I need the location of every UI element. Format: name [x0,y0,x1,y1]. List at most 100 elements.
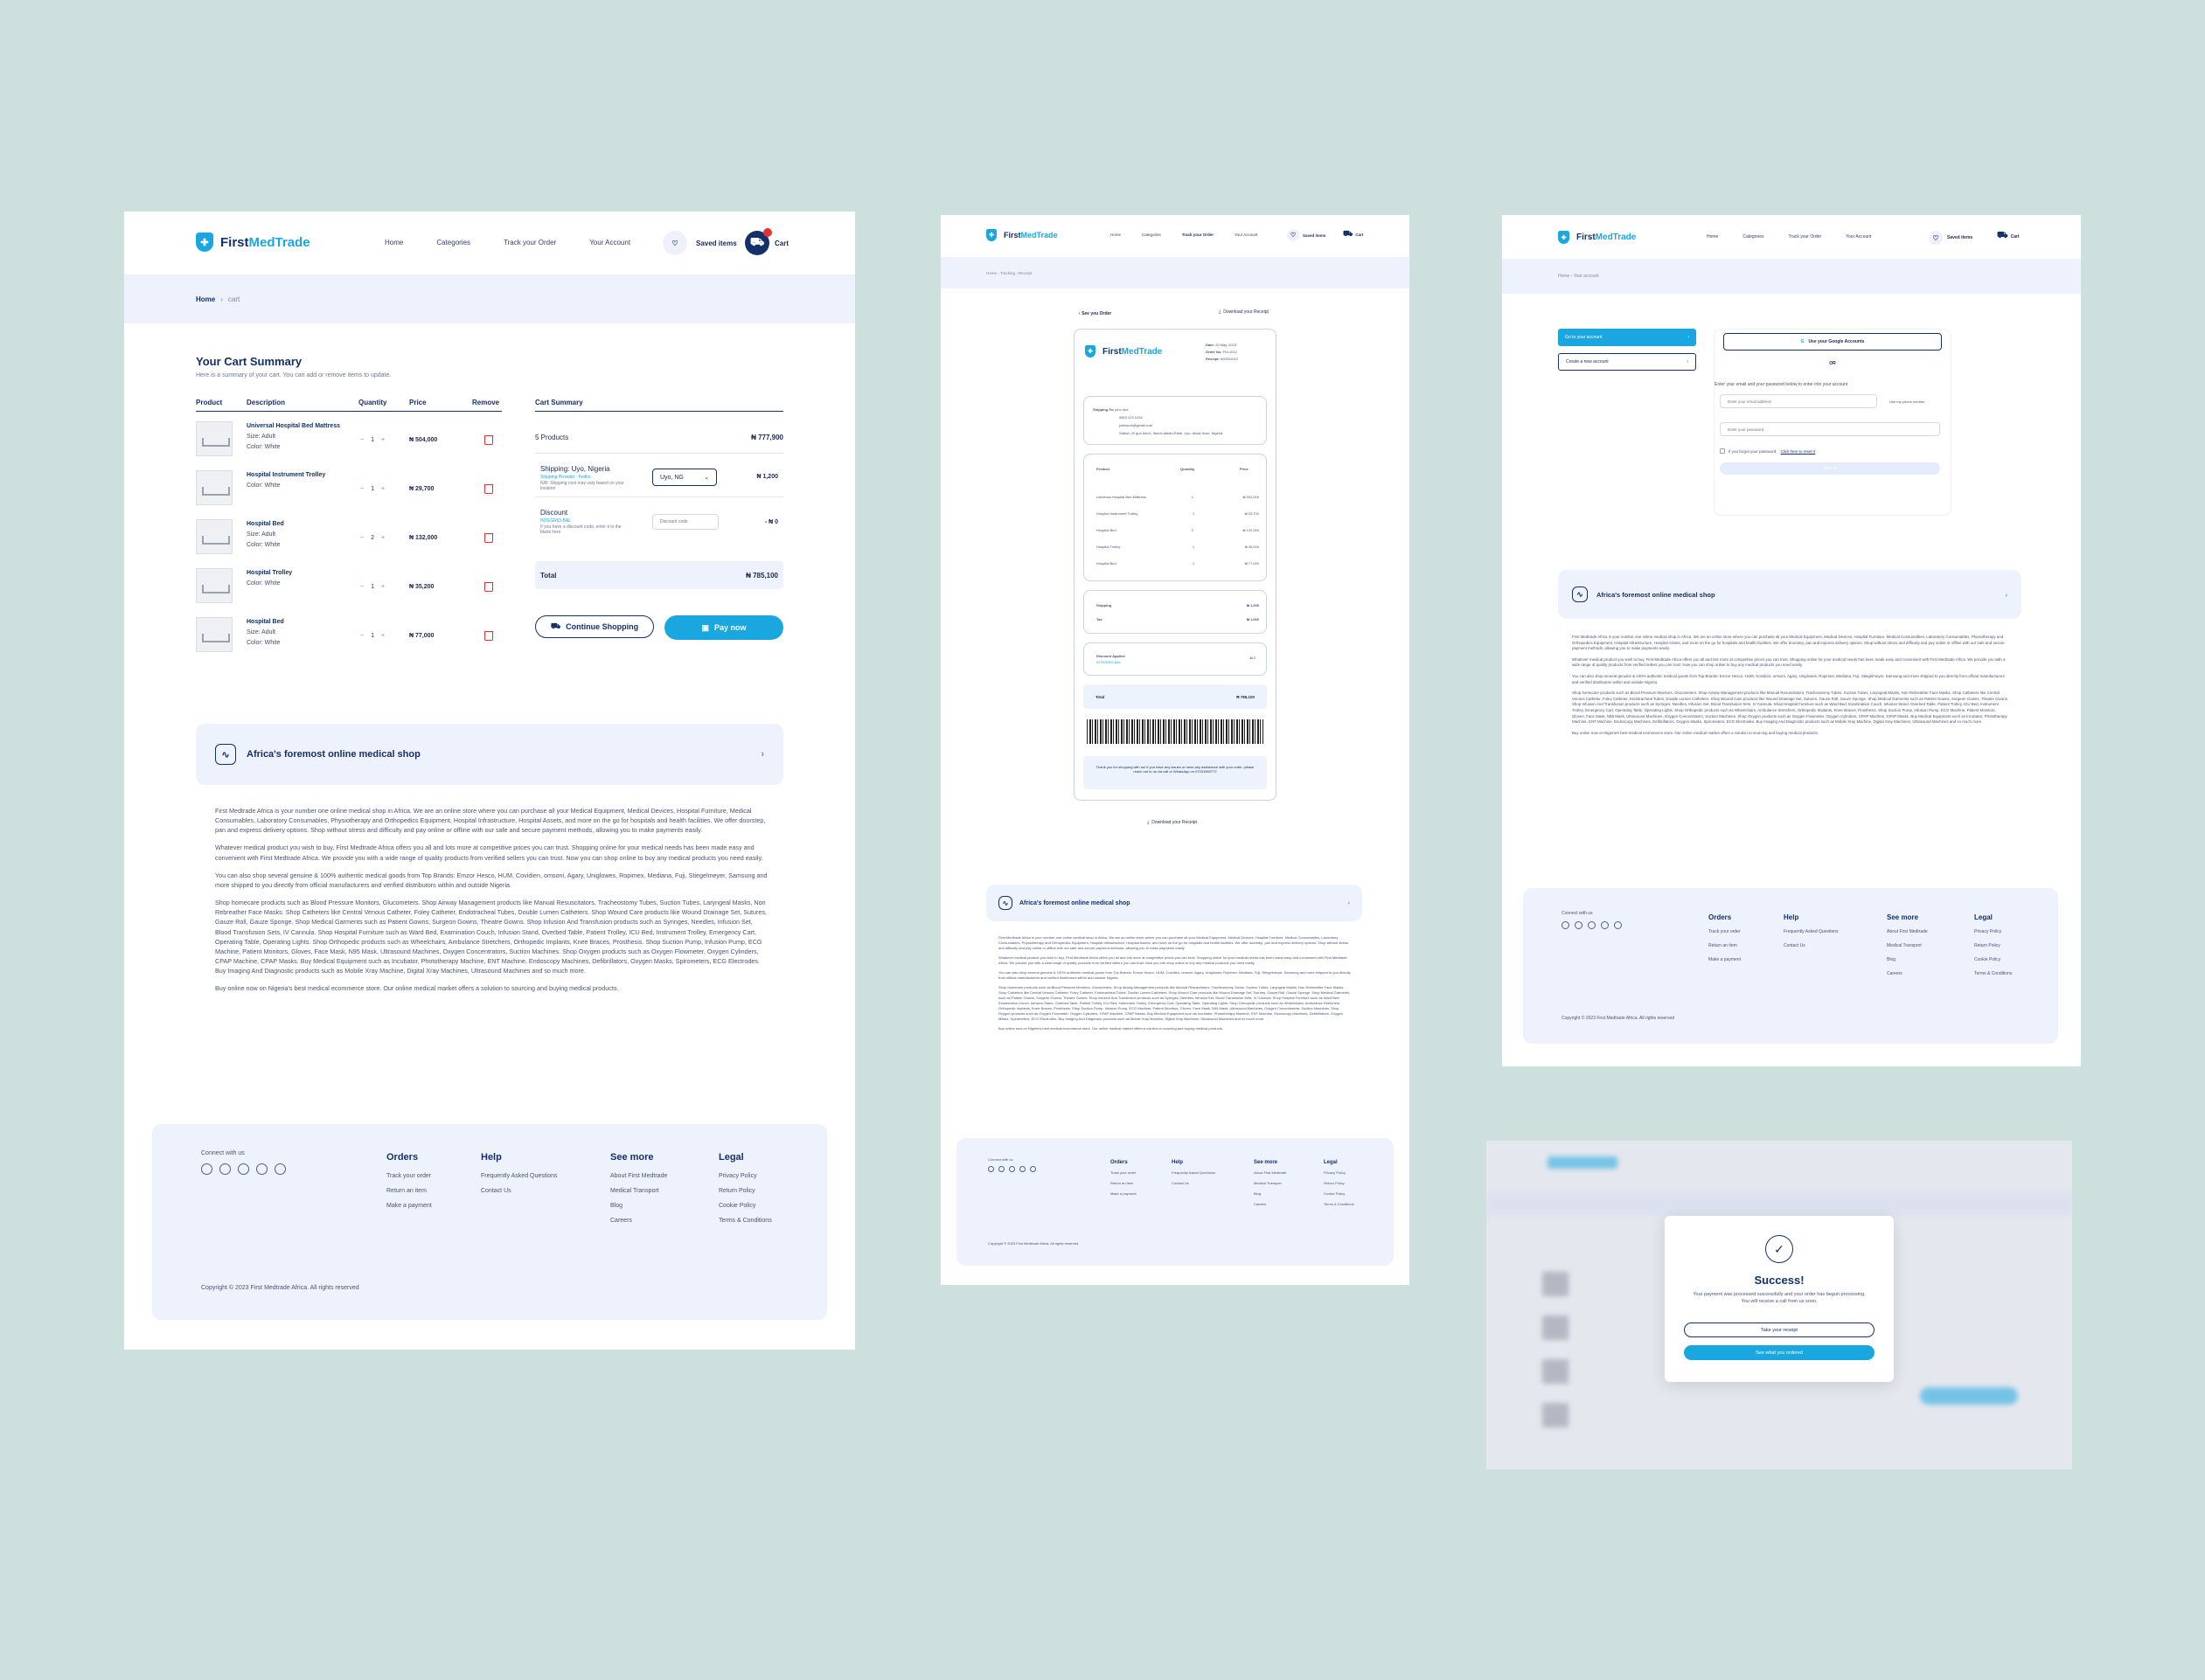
reset-password-link[interactable]: Click here to reset it [1781,449,1816,454]
trash-icon[interactable] [484,435,493,445]
footer-link[interactable]: Contact Us [481,1188,558,1194]
about-banner[interactable]: ∿ Africa's foremost online medical shop › [196,724,783,785]
take-receipt-button[interactable]: Take your receipt [1684,1322,1875,1337]
footer-link[interactable]: Privacy Policy [1324,1168,1354,1178]
footer-link[interactable]: Return Policy [719,1188,772,1194]
saved-items-button[interactable]: ♡ Saved items [663,231,737,255]
whatsapp-icon[interactable] [1009,1166,1015,1172]
footer-link[interactable]: Track your order [1708,925,1741,939]
instagram-icon[interactable] [1019,1166,1026,1172]
footer-link[interactable]: Return Policy [1324,1178,1354,1189]
whatsapp-icon[interactable] [1588,921,1596,929]
breadcrumb-home[interactable]: Home [196,295,215,303]
nav-track-order[interactable]: Track your Order [1182,233,1214,237]
cart-button[interactable]: ⛟ Cart [1997,231,2020,242]
instagram-icon[interactable] [1601,921,1609,929]
google-signin-button[interactable]: G Use your Google Accounts [1723,333,1942,351]
footer-link[interactable]: Medical Transport [1887,939,1928,953]
back-link[interactable]: ‹ See you Order [1079,311,1111,316]
trash-icon[interactable] [484,533,493,543]
nav-account[interactable]: Your Account [1235,233,1257,237]
minus-button[interactable]: − [360,535,364,541]
nav-categories[interactable]: Categories [1742,234,1763,240]
brand-logo[interactable]: ✚ FirstMedTrade [1558,231,1636,244]
plus-button[interactable]: + [381,633,385,639]
footer-link[interactable]: Blog [610,1203,667,1209]
product-image[interactable] [196,617,233,652]
footer-link[interactable]: Frequently Asked Questions [1784,925,1839,939]
footer-link[interactable]: About First Medtrade [1254,1168,1286,1178]
nav-home[interactable]: Home [1707,234,1718,240]
brand-logo[interactable]: ✚ FirstMedTrade [196,233,310,252]
nav-home[interactable]: Home [385,239,403,246]
footer-link[interactable]: About First Medtrade [1887,925,1928,939]
sign-in-button[interactable]: Sign in [1720,462,1940,475]
shipping-location-select[interactable]: Uyo, NG ⌄ [652,469,717,486]
email-input[interactable] [1720,394,1877,408]
footer-link[interactable]: Careers [1254,1199,1286,1210]
footer-link[interactable]: Return Policy [1974,939,2012,953]
footer-link[interactable]: Blog [1254,1189,1286,1199]
download-receipt-top[interactable]: ⤓ Download your Receipt [1219,309,1269,315]
footer-link[interactable]: Track your order [1110,1168,1137,1178]
product-image[interactable] [196,421,233,456]
footer-link[interactable]: Contact Us [1172,1178,1215,1189]
plus-button[interactable]: + [381,437,385,443]
linkedin-icon[interactable] [1030,1166,1036,1172]
minus-button[interactable]: − [360,486,364,492]
footer-link[interactable]: Return an item [1110,1178,1137,1189]
footer-link[interactable]: Return an item [386,1188,432,1194]
footer-link[interactable]: Terms & Conditions [719,1218,772,1224]
footer-link[interactable]: Make a payment [1110,1189,1137,1199]
footer-link[interactable]: Frequently Asked Questions [481,1173,558,1179]
product-name[interactable]: Hospital Bed [247,521,284,527]
saved-items-button[interactable]: ♡ Saved items [1287,229,1325,241]
product-name[interactable]: Universal Hospital Bed Mattress [247,423,340,429]
pay-now-button[interactable]: ▣ Pay now [664,615,783,640]
footer-link[interactable]: Privacy Policy [719,1173,772,1179]
plus-button[interactable]: + [381,535,385,541]
footer-link[interactable]: Make a payment [386,1203,432,1209]
twitter-icon[interactable] [998,1166,1005,1172]
footer-link[interactable]: Return an item [1708,939,1741,953]
product-image[interactable] [196,568,233,603]
minus-button[interactable]: − [360,584,364,590]
footer-link[interactable]: Contact Us [1784,939,1839,953]
product-name[interactable]: Hospital Trolley [247,570,292,576]
twitter-icon[interactable] [219,1163,231,1175]
product-name[interactable]: Hospital Instrument Trolley [247,472,325,478]
nav-home[interactable]: Home [1110,233,1121,237]
cart-button[interactable]: ⛟ Cart [1343,229,1363,240]
about-banner[interactable]: ∿ Africa's foremost online medical shop › [986,885,1362,921]
create-account-tab[interactable]: Create a new account › [1558,353,1696,371]
footer-link[interactable]: Track your order [386,1173,432,1179]
footer-link[interactable]: Terms & Conditions [1324,1199,1354,1210]
discount-code-input[interactable] [652,514,719,530]
remember-checkbox[interactable] [1720,448,1725,454]
trash-icon[interactable] [484,631,493,641]
trash-icon[interactable] [484,582,493,592]
trash-icon[interactable] [484,484,493,494]
instagram-icon[interactable] [256,1163,268,1175]
nav-account[interactable]: Your Account [1846,234,1871,240]
twitter-icon[interactable] [1575,921,1582,929]
brand-logo[interactable]: ✚ FirstMedTrade [986,229,1058,241]
product-name[interactable]: Hospital Bed [247,619,284,625]
footer-link[interactable]: Medical Transport [1254,1178,1286,1189]
facebook-icon[interactable] [988,1166,994,1172]
nav-account[interactable]: Your Account [589,239,630,246]
whatsapp-icon[interactable] [238,1163,249,1175]
nav-categories[interactable]: Categories [1142,233,1161,237]
minus-button[interactable]: − [360,633,364,639]
password-input[interactable] [1720,422,1940,436]
footer-link[interactable]: Make a payment [1708,953,1741,967]
use-phone-link[interactable]: Use my phone number [1889,399,1924,404]
linkedin-icon[interactable] [1614,921,1622,929]
see-order-button[interactable]: See what you ordered [1684,1345,1875,1360]
go-to-account-tab[interactable]: Go to your account › [1558,329,1696,346]
about-banner[interactable]: ∿ Africa's foremost online medical shop › [1558,570,2021,619]
footer-link[interactable]: Careers [1887,967,1928,981]
download-receipt-bottom[interactable]: ⤓ Download your Receipt [1147,820,1197,825]
plus-button[interactable]: + [381,584,385,590]
saved-items-button[interactable]: ♡ Saved items [1929,231,1972,245]
